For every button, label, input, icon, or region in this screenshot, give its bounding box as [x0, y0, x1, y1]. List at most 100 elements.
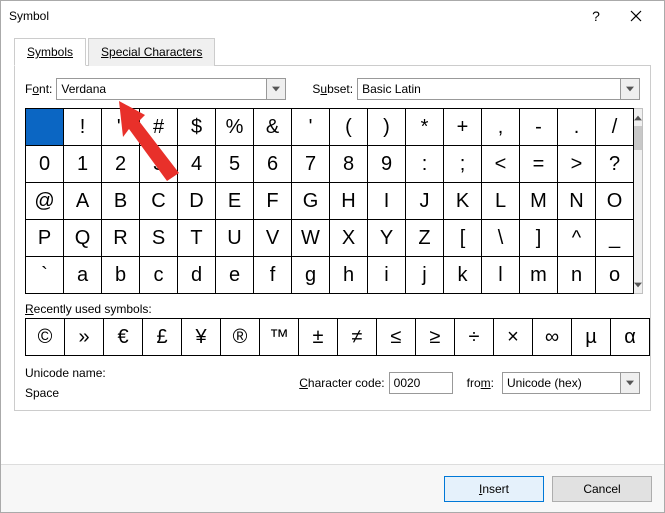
symbol-cell[interactable]: B: [102, 183, 139, 219]
symbol-cell[interactable]: 5: [216, 146, 253, 182]
symbol-cell[interactable]: .: [558, 109, 595, 145]
recent-symbol-cell[interactable]: α: [611, 319, 649, 355]
symbol-cell[interactable]: F: [254, 183, 291, 219]
symbol-cell[interactable]: T: [178, 220, 215, 256]
font-combo[interactable]: [56, 78, 286, 100]
symbol-cell[interactable]: ): [368, 109, 405, 145]
from-combo[interactable]: [502, 372, 640, 394]
font-input[interactable]: [56, 78, 266, 100]
symbol-cell[interactable]: `: [26, 257, 63, 293]
symbol-cell[interactable]: Z: [406, 220, 443, 256]
subset-combo[interactable]: [357, 78, 640, 100]
recent-symbol-cell[interactable]: ©: [26, 319, 64, 355]
symbol-cell[interactable]: S: [140, 220, 177, 256]
close-button[interactable]: [616, 1, 656, 31]
symbol-cell[interactable]: 0: [26, 146, 63, 182]
symbol-cell[interactable]: ": [102, 109, 139, 145]
recent-symbol-cell[interactable]: £: [143, 319, 181, 355]
symbol-cell[interactable]: &: [254, 109, 291, 145]
symbol-cell[interactable]: (: [330, 109, 367, 145]
symbol-cell[interactable]: I: [368, 183, 405, 219]
symbol-cell[interactable]: $: [178, 109, 215, 145]
symbol-cell[interactable]: 9: [368, 146, 405, 182]
symbol-cell[interactable]: E: [216, 183, 253, 219]
symbol-cell[interactable]: ': [292, 109, 329, 145]
symbol-cell[interactable]: *: [406, 109, 443, 145]
recent-symbol-cell[interactable]: ≤: [377, 319, 415, 355]
scrollbar[interactable]: [634, 108, 643, 294]
symbol-cell[interactable]: N: [558, 183, 595, 219]
symbol-cell[interactable]: 8: [330, 146, 367, 182]
symbol-grid[interactable]: !"#$%&'()*+,-./0123456789:;<=>?@ABCDEFGH…: [25, 108, 634, 294]
symbol-cell[interactable]: C: [140, 183, 177, 219]
symbol-cell[interactable]: k: [444, 257, 481, 293]
symbol-cell[interactable]: A: [64, 183, 101, 219]
symbol-cell[interactable]: K: [444, 183, 481, 219]
symbol-cell[interactable]: M: [520, 183, 557, 219]
recent-symbols-grid[interactable]: ©»€£¥®™±≠≤≥÷×∞µα: [25, 318, 650, 356]
scroll-track[interactable]: [634, 150, 642, 276]
from-input[interactable]: [502, 372, 620, 394]
symbol-cell[interactable]: o: [596, 257, 633, 293]
symbol-cell[interactable]: V: [254, 220, 291, 256]
symbol-cell[interactable]: X: [330, 220, 367, 256]
symbol-cell[interactable]: O: [596, 183, 633, 219]
scroll-up-icon[interactable]: [634, 109, 642, 126]
symbol-cell[interactable]: @: [26, 183, 63, 219]
symbol-cell[interactable]: G: [292, 183, 329, 219]
insert-button[interactable]: Insert: [444, 476, 544, 502]
scroll-down-icon[interactable]: [634, 276, 642, 293]
tab-special-characters[interactable]: Special Characters: [88, 38, 215, 66]
symbol-cell[interactable]: D: [178, 183, 215, 219]
symbol-cell[interactable]: m: [520, 257, 557, 293]
symbol-cell[interactable]: +: [444, 109, 481, 145]
recent-symbol-cell[interactable]: ±: [299, 319, 337, 355]
recent-symbol-cell[interactable]: ÷: [455, 319, 493, 355]
symbol-cell[interactable]: f: [254, 257, 291, 293]
symbol-cell[interactable]: U: [216, 220, 253, 256]
symbol-cell[interactable]: H: [330, 183, 367, 219]
symbol-cell[interactable]: 7: [292, 146, 329, 182]
char-code-input[interactable]: [389, 372, 453, 394]
recent-symbol-cell[interactable]: ∞: [533, 319, 571, 355]
symbol-cell[interactable]: a: [64, 257, 101, 293]
symbol-cell[interactable]: h: [330, 257, 367, 293]
symbol-cell[interactable]: Y: [368, 220, 405, 256]
symbol-cell[interactable]: -: [520, 109, 557, 145]
recent-symbol-cell[interactable]: µ: [572, 319, 610, 355]
symbol-cell[interactable]: 3: [140, 146, 177, 182]
symbol-cell[interactable]: b: [102, 257, 139, 293]
recent-symbol-cell[interactable]: ×: [494, 319, 532, 355]
symbol-cell[interactable]: 4: [178, 146, 215, 182]
symbol-cell[interactable]: =: [520, 146, 557, 182]
symbol-cell[interactable]: e: [216, 257, 253, 293]
symbol-cell[interactable]: !: [64, 109, 101, 145]
chevron-down-icon[interactable]: [266, 78, 286, 100]
symbol-cell[interactable]: <: [482, 146, 519, 182]
symbol-cell[interactable]: :: [406, 146, 443, 182]
scroll-thumb[interactable]: [634, 126, 642, 150]
symbol-cell[interactable]: P: [26, 220, 63, 256]
symbol-cell[interactable]: 2: [102, 146, 139, 182]
chevron-down-icon[interactable]: [620, 78, 640, 100]
recent-symbol-cell[interactable]: ¥: [182, 319, 220, 355]
symbol-cell[interactable]: j: [406, 257, 443, 293]
symbol-cell[interactable]: 1: [64, 146, 101, 182]
symbol-cell[interactable]: ,: [482, 109, 519, 145]
symbol-cell[interactable]: \: [482, 220, 519, 256]
recent-symbol-cell[interactable]: ™: [260, 319, 298, 355]
help-button[interactable]: ?: [576, 1, 616, 31]
symbol-cell[interactable]: n: [558, 257, 595, 293]
symbol-cell[interactable]: >: [558, 146, 595, 182]
symbol-cell[interactable]: W: [292, 220, 329, 256]
symbol-cell[interactable]: #: [140, 109, 177, 145]
symbol-cell[interactable]: _: [596, 220, 633, 256]
symbol-cell[interactable]: l: [482, 257, 519, 293]
recent-symbol-cell[interactable]: €: [104, 319, 142, 355]
symbol-cell[interactable]: J: [406, 183, 443, 219]
symbol-cell[interactable]: Q: [64, 220, 101, 256]
symbol-cell[interactable]: 6: [254, 146, 291, 182]
tab-symbols[interactable]: Symbols: [14, 38, 86, 66]
subset-input[interactable]: [357, 78, 620, 100]
symbol-cell[interactable]: ]: [520, 220, 557, 256]
